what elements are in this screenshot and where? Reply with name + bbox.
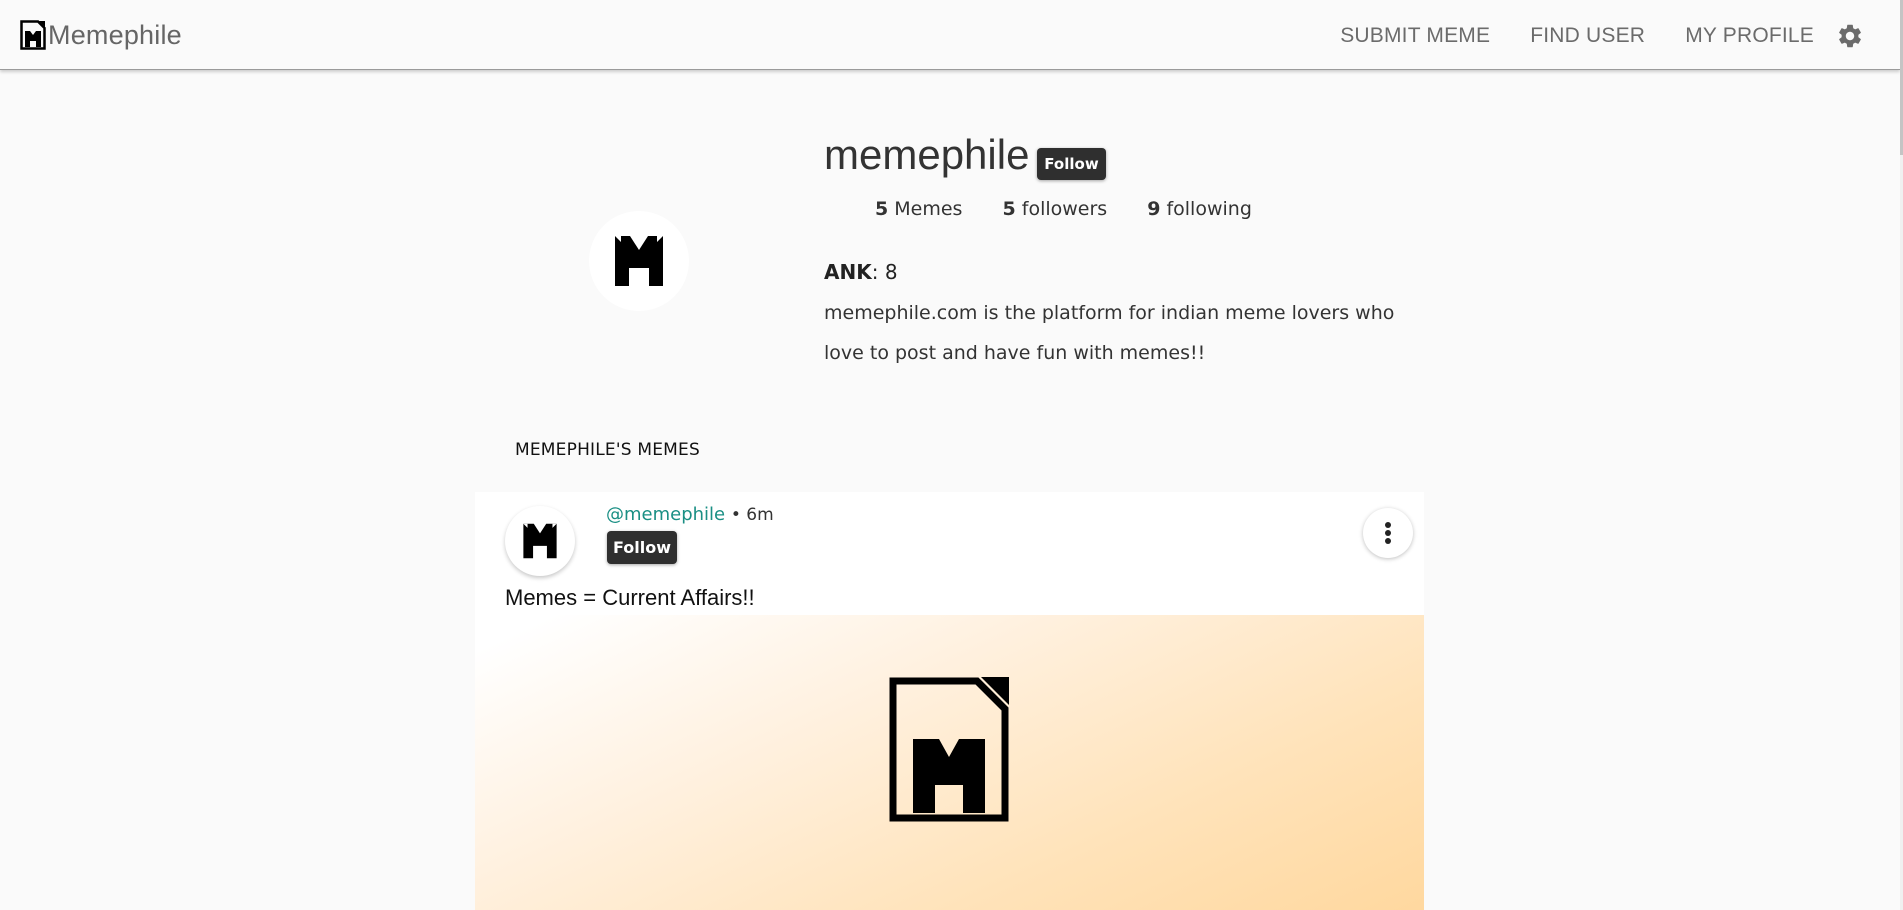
post-author-handle[interactable]: @memephile xyxy=(606,504,725,525)
followers-count: 5 xyxy=(1002,198,1016,220)
stat-following[interactable]: 9 following xyxy=(1147,198,1252,220)
stat-followers[interactable]: 5 followers xyxy=(1002,198,1107,220)
profile-stats: 5 Memes 5 followers 9 following xyxy=(875,198,1292,220)
nav-submit-meme[interactable]: SUBMIT MEME xyxy=(1340,24,1490,48)
post-timestamp: • 6m xyxy=(730,505,774,525)
memephile-logo-icon xyxy=(20,20,46,50)
brand-link[interactable]: Memephile xyxy=(20,18,182,52)
meme-image[interactable] xyxy=(475,615,1424,910)
memephile-m-icon xyxy=(523,523,557,559)
profile-rank: ANK: 8 xyxy=(824,260,898,284)
post-author-avatar[interactable] xyxy=(505,506,575,576)
following-count: 9 xyxy=(1147,198,1161,220)
brand-name: Memephile xyxy=(48,19,182,50)
meme-post-card: @memephile • 6m Follow Memes = Current A… xyxy=(475,492,1424,910)
top-navbar: Memephile SUBMIT MEME FIND USER MY PROFI… xyxy=(0,0,1900,70)
memes-count: 5 xyxy=(875,198,889,220)
follow-button[interactable]: Follow xyxy=(1037,148,1106,180)
memephile-logo-icon xyxy=(889,677,1009,822)
memes-label: Memes xyxy=(894,198,963,220)
followers-label: followers xyxy=(1021,198,1108,220)
profile-bio: memephile.com is the platform for indian… xyxy=(824,302,1395,364)
post-follow-button[interactable]: Follow xyxy=(607,531,677,564)
rank-label: ANK xyxy=(824,260,872,284)
post-title: Memes = Current Affairs!! xyxy=(505,585,755,610)
rank-separator: : xyxy=(871,260,885,284)
memephile-m-icon xyxy=(615,236,663,286)
memes-section-title: MEMEPHILE'S MEMES xyxy=(515,440,700,460)
post-meta: @memephile • 6m xyxy=(606,504,774,525)
post-more-button[interactable] xyxy=(1363,508,1413,558)
stat-memes[interactable]: 5 Memes xyxy=(875,198,962,220)
rank-value: 8 xyxy=(884,260,898,284)
profile-avatar xyxy=(589,211,689,311)
profile-username: memephile xyxy=(824,131,1030,178)
more-vertical-icon xyxy=(1385,522,1391,544)
nav-my-profile[interactable]: MY PROFILE xyxy=(1685,24,1814,48)
gear-icon[interactable] xyxy=(1836,22,1864,50)
nav-links: SUBMIT MEME FIND USER MY PROFILE xyxy=(1300,22,1864,50)
following-label: following xyxy=(1166,198,1252,220)
nav-find-user[interactable]: FIND USER xyxy=(1530,24,1645,48)
